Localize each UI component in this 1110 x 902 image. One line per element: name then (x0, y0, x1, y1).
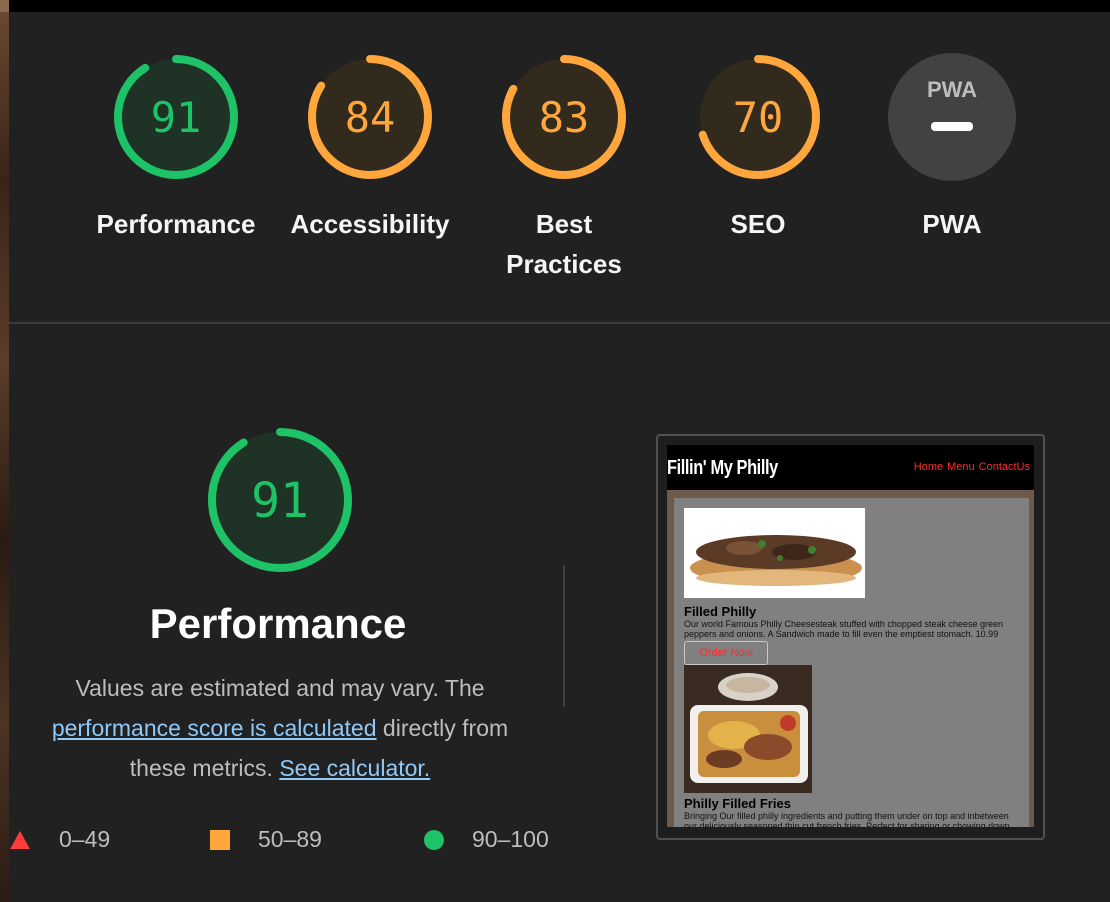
page-screenshot-preview[interactable]: Fillin' My Philly Home Menu ContactUs Fi… (656, 434, 1045, 840)
gauge-ring: 91 (114, 55, 238, 179)
menu-item-description: Our world Famous Philly Cheesesteak stuf… (684, 619, 1004, 639)
order-now-button: Order Now (684, 641, 768, 665)
gauge-seo[interactable]: 70 SEO (668, 52, 848, 244)
gauge-ring: 91 (208, 428, 352, 572)
nav-home: Home (913, 461, 944, 473)
site-header: Fillin' My Philly Home Menu ContactUs (667, 445, 1034, 490)
vertical-separator (563, 565, 565, 707)
gauge-accessibility[interactable]: 84 Accessibility (280, 52, 460, 244)
top-bar (0, 0, 1110, 12)
menu-item-description: Bringing Our filled philly ingredients a… (684, 811, 1010, 827)
menu-item-name: Philly Filled Fries (684, 796, 791, 811)
philly-sandwich-image (684, 508, 865, 598)
legend-range: 90–100 (472, 826, 549, 852)
background-strip (0, 0, 9, 902)
see-calculator-link[interactable]: See calculator. (279, 755, 430, 781)
nav-menu: Menu (947, 461, 975, 473)
performance-title: Performance (149, 600, 407, 647)
pwa-badge-text: PWA (927, 77, 977, 102)
performance-description: Values are estimated and may vary. The p… (30, 668, 530, 788)
legend-range: 0–49 (59, 826, 111, 852)
gauge-label: PWA (922, 209, 982, 239)
legend-average: 50–89 (210, 826, 322, 853)
square-icon (210, 829, 230, 850)
philly-fries-image (684, 665, 812, 793)
site-nav: Home Menu ContactUs (910, 461, 1030, 473)
gauge-pwa[interactable]: PWA PWA (862, 52, 1042, 244)
gauge-score: 83 (539, 93, 590, 142)
gauge-performance[interactable]: 91 Performance (86, 52, 266, 244)
score-gauges: 91 Performance 84 Accessibility 83 Best … (9, 12, 1110, 322)
gauge-score: 70 (733, 93, 784, 142)
legend-range: 50–89 (258, 826, 322, 852)
score-calculation-link[interactable]: performance score is calculated (52, 715, 377, 741)
gauge-ring: 83 (502, 55, 626, 179)
gauge-label: Performance (96, 209, 256, 239)
performance-score: 91 (251, 473, 309, 529)
menu-item-name: Filled Philly (684, 604, 757, 619)
legend-pass: 90–100 (424, 826, 549, 853)
circle-icon (424, 829, 444, 850)
gauge-ring: 70 (696, 55, 820, 179)
preview-page: Fillin' My Philly Home Menu ContactUs Fi… (667, 445, 1034, 827)
performance-gauge-large: 91 (205, 425, 355, 575)
gauge-label: Accessibility (290, 209, 450, 239)
description-text: Values are estimated and may vary. The (75, 675, 485, 701)
gauge-label: Best Practices (506, 209, 622, 279)
section-divider (9, 322, 1110, 324)
gauge-label: SEO (730, 209, 786, 239)
triangle-icon (10, 830, 30, 849)
gauge-best-practices[interactable]: 83 Best Practices (474, 52, 654, 284)
gauge-ring: 84 (308, 55, 432, 179)
pwa-badge-icon: PWA (888, 53, 1016, 181)
gauge-score: 84 (345, 93, 396, 142)
site-title: Fillin' My Philly (667, 457, 778, 479)
gauge-score: 91 (151, 93, 202, 142)
site-body: Filled Philly Our world Famous Philly Ch… (674, 498, 1029, 827)
nav-contact: ContactUs (978, 461, 1030, 473)
legend-fail: 0–49 (10, 826, 110, 853)
